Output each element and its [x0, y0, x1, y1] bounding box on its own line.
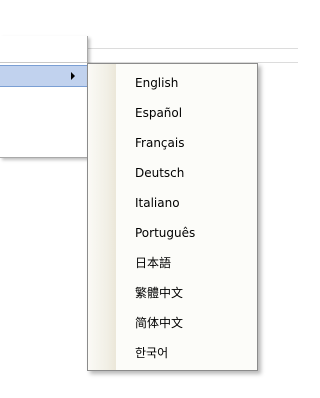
- language-item-spanish[interactable]: Español: [88, 98, 257, 128]
- background-divider: [88, 48, 298, 49]
- screen: English Español Français Deutsch Italian…: [0, 0, 298, 398]
- menu-item-top[interactable]: [0, 36, 87, 61]
- language-item-portuguese[interactable]: Português: [88, 218, 257, 248]
- chevron-right-icon: [71, 72, 75, 80]
- language-item-japanese[interactable]: 日本語: [88, 248, 257, 278]
- language-menu-item[interactable]: [0, 65, 87, 87]
- language-submenu: English Español Français Deutsch Italian…: [87, 63, 258, 371]
- language-item-german[interactable]: Deutsch: [88, 158, 257, 188]
- language-item-italian[interactable]: Italiano: [88, 188, 257, 218]
- language-item-english[interactable]: English: [88, 68, 257, 98]
- language-item-traditional-chinese[interactable]: 繁體中文: [88, 278, 257, 308]
- parent-menu: [0, 36, 88, 158]
- language-list: English Español Français Deutsch Italian…: [88, 68, 257, 368]
- menu-empty-area: [0, 89, 87, 157]
- menu-separator: [0, 62, 87, 63]
- language-item-simplified-chinese[interactable]: 简体中文: [88, 308, 257, 338]
- language-item-french[interactable]: Français: [88, 128, 257, 158]
- language-item-korean[interactable]: 한국어: [88, 338, 257, 368]
